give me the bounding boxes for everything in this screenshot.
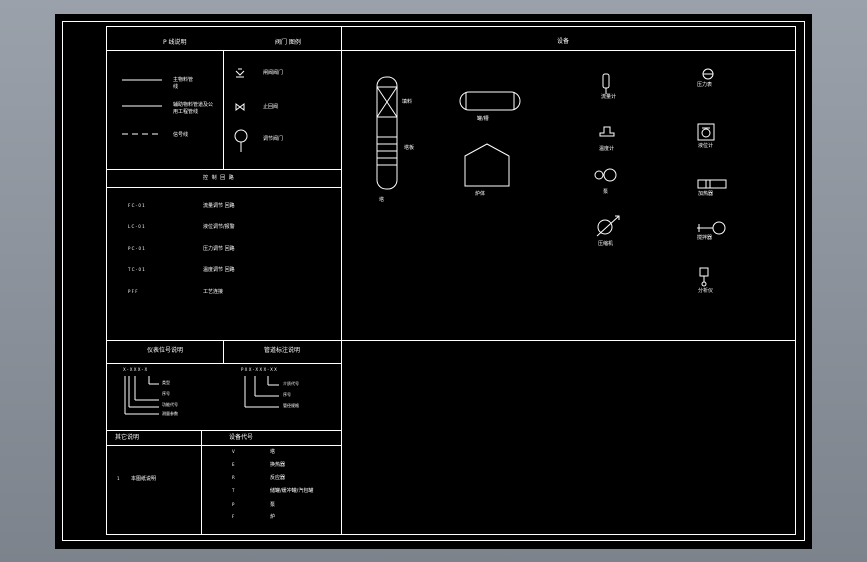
drawing-sheet: P 线说明 阀门 图例 设备 控 制 回 路 仪表位号说明 管道标注说明 其它说…	[55, 14, 812, 549]
level-gauge-icon	[697, 123, 715, 141]
pipe-line-label: 信号线	[173, 132, 189, 138]
note-text: 本图纸说明	[131, 476, 157, 482]
pipe-label-bracket	[244, 376, 279, 408]
other-header: 其它说明	[115, 434, 140, 441]
control-loop-header: 控 制 回 路	[203, 175, 235, 181]
equipment-label: 搅拌器	[697, 235, 713, 241]
loop-code: T C - 0 1	[128, 267, 145, 272]
equip-code-label: 换热器	[270, 462, 286, 468]
equip-code-label: 泵	[270, 502, 276, 508]
loop-label: 液位调节/报警	[203, 224, 235, 230]
equipment-label: 流量计	[601, 94, 617, 100]
valve-legend-header: 阀门 图例	[275, 39, 301, 46]
valve-label: 止回阀	[263, 104, 279, 110]
equipment-label: 液位计	[698, 143, 714, 149]
equip-code: T	[232, 488, 235, 493]
drum-icon	[459, 91, 521, 111]
equipment-label: 分析仪	[698, 288, 714, 294]
equip-code-label: 塔	[270, 449, 276, 455]
valve-label: 闸阀阀门	[263, 70, 284, 76]
flowmeter-icon	[602, 73, 610, 94]
equip-code-label: 炉	[270, 514, 276, 520]
equip-code-label: 反应器	[270, 475, 286, 481]
frame-lines	[62, 21, 805, 541]
outer-frame	[62, 21, 805, 541]
pipe-code: P X X - X X X - X X	[241, 367, 277, 372]
pipe-legend-header: P 线说明	[163, 39, 187, 46]
equipment-label: 塔	[379, 197, 385, 203]
instrument-code: X - X X X - X	[123, 367, 148, 372]
analyzer-icon	[699, 267, 709, 287]
check-valve-icon	[235, 103, 245, 111]
loop-code: P F F	[128, 289, 138, 294]
equipment-label: 填料	[402, 99, 413, 105]
equip-code: P	[232, 502, 235, 507]
pipe-line-label: 辅助物料管道及公 用工程管线	[173, 102, 214, 115]
thermometer-icon	[599, 126, 615, 137]
loop-label: 压力调节 回路	[203, 246, 235, 252]
equip-code: F	[232, 514, 235, 519]
equipment-label: 炉体	[475, 191, 486, 197]
valve-label: 调节阀门	[263, 136, 284, 142]
instrument-part: 序号	[162, 391, 170, 396]
heater-icon	[697, 179, 727, 189]
equipment-label: 加热器	[698, 191, 714, 197]
instrument-part: 测量参数	[162, 411, 178, 416]
equipment-label: 塔板	[404, 145, 415, 151]
instrument-label-header: 仪表位号说明	[147, 347, 184, 354]
control-valve-icon	[234, 129, 248, 152]
pipe-part: 管径规格	[283, 403, 299, 408]
equip-code: V	[232, 449, 235, 454]
pipe-line-label: 主物料管 线	[173, 77, 194, 90]
equipment-label: 泵	[603, 189, 609, 195]
loop-label: 工艺连接	[203, 289, 224, 295]
instrument-part: 类型	[162, 380, 170, 385]
loop-label: 温度调节 回路	[203, 267, 235, 273]
tower-icon	[376, 76, 398, 190]
gate-valve-icon	[235, 68, 245, 78]
loop-code: F C - 0 1	[128, 203, 145, 208]
equipment-code-header: 设备代号	[229, 434, 254, 441]
pipe-label-header: 管道标注说明	[264, 347, 301, 354]
mixer-icon	[697, 221, 726, 235]
note-number: 1	[117, 476, 120, 481]
pipe-part: 序号	[283, 392, 291, 397]
pipe-part: 介质代号	[283, 381, 299, 386]
compressor-icon	[596, 215, 620, 237]
loop-label: 流量调节 回路	[203, 203, 235, 209]
equip-code: E	[232, 462, 235, 467]
equip-code-label: 储罐/缓冲罐/汽包罐	[270, 488, 314, 494]
equipment-label: 罐/槽	[477, 116, 489, 122]
instrument-part: 功能代号	[162, 402, 178, 407]
loop-code: P C - 0 1	[128, 246, 145, 251]
equipment-label: 压力表	[697, 82, 713, 88]
pressure-gauge-icon	[702, 68, 714, 80]
equipment-label: 压缩机	[598, 241, 614, 247]
equipment-header: 设备	[557, 38, 570, 45]
furnace-icon	[464, 143, 510, 187]
equipment-label: 温度计	[599, 146, 615, 152]
loop-code: L C - 0 1	[128, 224, 145, 229]
instrument-label-bracket	[124, 376, 159, 415]
equip-code: R	[232, 475, 235, 480]
pump-icon	[594, 168, 617, 182]
